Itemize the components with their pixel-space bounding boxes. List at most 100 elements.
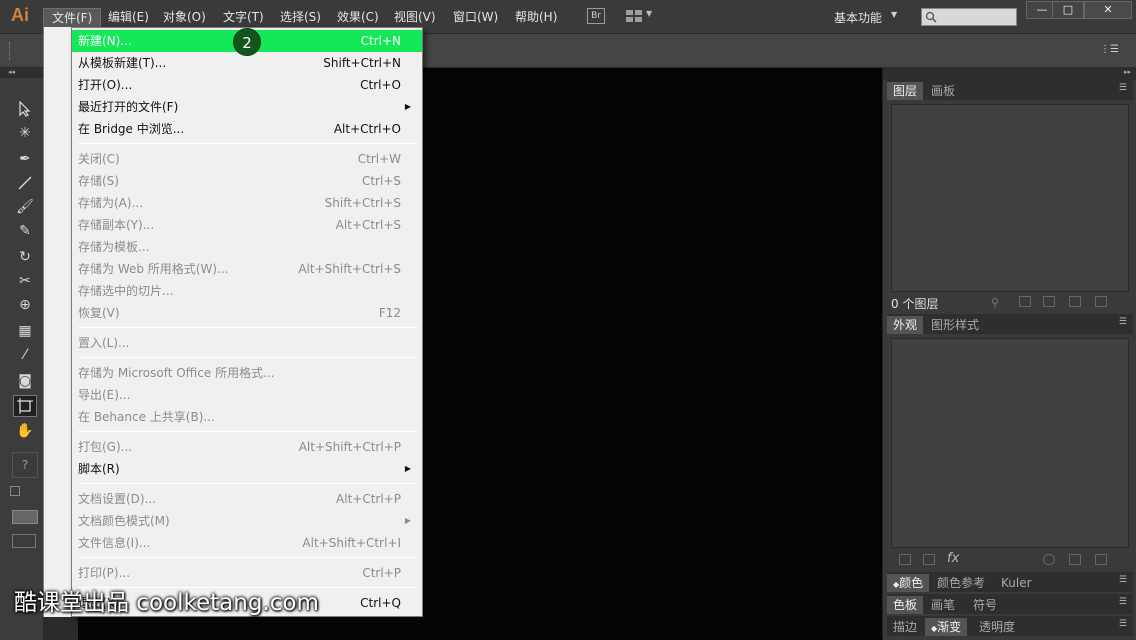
chevron-down-icon: ▼ bbox=[891, 10, 898, 19]
file-menu-item[interactable]: 打印(P)... Ctrl+P bbox=[72, 562, 422, 584]
tab-artboards[interactable]: 画板 bbox=[925, 82, 961, 100]
menu-window[interactable]: 窗口(W) bbox=[445, 8, 506, 28]
menu-item-shortcut: Ctrl+N bbox=[360, 34, 401, 48]
app-logo: Ai bbox=[11, 5, 29, 25]
drawing-mode-icon[interactable] bbox=[12, 534, 36, 548]
file-menu-item[interactable]: 脚本(R) ▶ bbox=[72, 458, 422, 480]
selection-tool-icon[interactable] bbox=[13, 98, 37, 120]
menu-item-shortcut: Alt+Shift+Ctrl+P bbox=[298, 440, 401, 454]
menu-select[interactable]: 选择(S) bbox=[272, 8, 329, 28]
menu-file[interactable]: 文件(F) bbox=[43, 8, 102, 28]
fill-color-swatch[interactable] bbox=[12, 510, 38, 524]
panel-menu-icon[interactable]: ☰ bbox=[1119, 317, 1127, 327]
panel-menu-icon[interactable]: ⋮☰ bbox=[1100, 44, 1119, 55]
tab-stroke[interactable]: 描边 bbox=[887, 618, 923, 636]
file-menu-item[interactable]: 存储为 Web 所用格式(W)... Alt+Shift+Ctrl+S bbox=[72, 258, 422, 280]
menu-item-shortcut: Ctrl+Q bbox=[360, 596, 401, 610]
panel-menu-icon[interactable]: ☰ bbox=[1119, 575, 1127, 585]
menu-separator bbox=[78, 431, 418, 432]
file-menu-item[interactable]: 导出(E)... bbox=[72, 384, 422, 406]
collapse-icon[interactable]: ◂◂ bbox=[0, 68, 44, 78]
file-menu-item[interactable]: 存储为(A)... Shift+Ctrl+S bbox=[72, 192, 422, 214]
file-menu-item[interactable]: 存储副本(Y)... Alt+Ctrl+S bbox=[72, 214, 422, 236]
workspace-switcher[interactable]: 基本功能 bbox=[834, 9, 882, 26]
tab-color-guide[interactable]: 颜色参考 bbox=[931, 574, 991, 592]
menu-separator bbox=[78, 327, 418, 328]
file-menu-item[interactable]: 在 Behance 上共享(B)... bbox=[72, 406, 422, 428]
menu-effect[interactable]: 效果(C) bbox=[329, 8, 387, 28]
add-stroke-icon[interactable] bbox=[899, 554, 911, 565]
symbol-sprayer-icon[interactable]: ◙ bbox=[13, 370, 37, 392]
mesh-tool-icon[interactable]: ▦ bbox=[13, 320, 37, 342]
close-button[interactable]: ✕ bbox=[1084, 1, 1132, 19]
paintbrush-icon[interactable]: 🖌 bbox=[13, 196, 37, 218]
menu-help[interactable]: 帮助(H) bbox=[507, 8, 565, 28]
file-menu-item[interactable]: 最近打开的文件(F) ▶ bbox=[72, 96, 422, 118]
trash-icon[interactable] bbox=[1095, 296, 1107, 307]
panel-menu-icon[interactable]: ☰ bbox=[1119, 597, 1127, 607]
menu-edit[interactable]: 编辑(E) bbox=[100, 8, 157, 28]
appearance-panel-footer: fx bbox=[887, 550, 1133, 570]
fx-icon[interactable]: fx bbox=[947, 551, 959, 566]
artboard-tool-icon[interactable] bbox=[13, 395, 37, 417]
tab-gradient[interactable]: ◆渐变 bbox=[925, 618, 968, 636]
menu-item-label: 存储副本(Y)... bbox=[78, 218, 155, 232]
tab-kuler[interactable]: Kuler bbox=[995, 574, 1038, 592]
menu-item-label: 文档设置(D)... bbox=[78, 492, 157, 506]
duplicate-item-icon[interactable] bbox=[1069, 554, 1081, 565]
menu-item-label: 打印(P)... bbox=[78, 566, 131, 580]
pen-tool-icon[interactable]: ✒ bbox=[13, 148, 37, 170]
menu-type[interactable]: 文字(T) bbox=[215, 8, 272, 28]
file-menu-item[interactable]: 存储(S) Ctrl+S bbox=[72, 170, 422, 192]
new-layer-icon[interactable] bbox=[1069, 296, 1081, 307]
eyedropper-icon[interactable]: ⁄ bbox=[13, 344, 37, 366]
trash-icon[interactable] bbox=[1095, 554, 1107, 565]
clear-appearance-icon[interactable] bbox=[1043, 554, 1055, 565]
line-tool-icon[interactable] bbox=[13, 172, 37, 194]
panel-menu-icon[interactable]: ☰ bbox=[1119, 619, 1127, 629]
file-menu-item[interactable]: 恢复(V) F12 bbox=[72, 302, 422, 324]
file-menu-item[interactable]: 文档设置(D)... Alt+Ctrl+P bbox=[72, 488, 422, 510]
bridge-button[interactable]: Br bbox=[587, 8, 605, 24]
magic-wand-icon[interactable]: ✳ bbox=[13, 122, 37, 144]
new-sublayer-icon[interactable] bbox=[1043, 296, 1055, 307]
menu-item-label: 存储为 Microsoft Office 所用格式... bbox=[78, 366, 275, 380]
file-menu-item[interactable]: 在 Bridge 中浏览... Alt+Ctrl+O bbox=[72, 118, 422, 140]
tab-appearance[interactable]: 外观 bbox=[887, 316, 924, 334]
tab-layers[interactable]: 图层 bbox=[887, 82, 924, 100]
file-menu-item[interactable]: 打包(G)... Alt+Shift+Ctrl+P bbox=[72, 436, 422, 458]
grip-handle[interactable] bbox=[9, 42, 12, 60]
tab-color[interactable]: ◆颜色 bbox=[887, 574, 930, 592]
help-icon[interactable]: ? bbox=[12, 452, 38, 478]
add-fill-icon[interactable] bbox=[923, 554, 935, 565]
hand-tool-icon[interactable]: ✋ bbox=[13, 420, 37, 442]
tab-swatches[interactable]: 色板 bbox=[887, 596, 924, 614]
menu-object[interactable]: 对象(O) bbox=[155, 8, 214, 28]
tab-graphic-styles[interactable]: 图形样式 bbox=[925, 316, 985, 334]
menu-item-shortcut: Ctrl+S bbox=[361, 174, 401, 188]
file-menu-item[interactable]: 存储为模板... bbox=[72, 236, 422, 258]
arrange-documents-button[interactable]: ▼ bbox=[626, 9, 654, 24]
rotate-tool-icon[interactable]: ↻ bbox=[13, 246, 37, 268]
file-menu-item[interactable]: 存储选中的切片... bbox=[72, 280, 422, 302]
file-menu-item[interactable]: 存储为 Microsoft Office 所用格式... bbox=[72, 362, 422, 384]
menu-view[interactable]: 视图(V) bbox=[386, 8, 444, 28]
panel-menu-icon[interactable]: ☰ bbox=[1119, 83, 1127, 93]
warp-tool-icon[interactable]: ✂ bbox=[13, 270, 37, 292]
file-menu-item[interactable]: 置入(L)... bbox=[72, 332, 422, 354]
make-clipping-mask-icon[interactable] bbox=[1019, 296, 1031, 307]
tab-symbols[interactable]: 符号 bbox=[967, 596, 1003, 614]
file-menu-item[interactable]: 关闭(C) Ctrl+W bbox=[72, 148, 422, 170]
shape-builder-icon[interactable]: ⊕ bbox=[13, 294, 37, 316]
search-input[interactable] bbox=[921, 8, 1017, 26]
file-menu-item[interactable]: 文档颜色模式(M) ▶ bbox=[72, 510, 422, 532]
default-fill-stroke-icon[interactable] bbox=[10, 486, 20, 496]
tab-transparency[interactable]: 透明度 bbox=[973, 618, 1021, 636]
expand-panels-icon[interactable]: ▸▸ bbox=[883, 68, 1136, 80]
tab-brushes[interactable]: 画笔 bbox=[925, 596, 961, 614]
shaper-tool-icon[interactable]: ✎ bbox=[13, 220, 37, 242]
file-menu-item[interactable]: 打开(O)... Ctrl+O bbox=[72, 74, 422, 96]
maximize-button[interactable]: □ bbox=[1052, 1, 1084, 19]
search-icon[interactable]: ⚲ bbox=[991, 296, 1003, 309]
file-menu-item[interactable]: 文件信息(I)... Alt+Shift+Ctrl+I bbox=[72, 532, 422, 554]
